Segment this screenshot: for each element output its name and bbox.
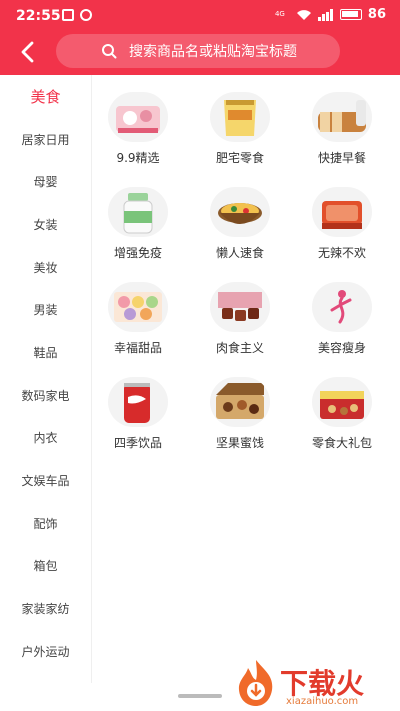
gift-box-icon bbox=[312, 377, 372, 427]
category-cell[interactable]: 肥宅零食 bbox=[194, 92, 286, 172]
category-label: 坚果蜜饯 bbox=[215, 436, 264, 450]
sidebar-item[interactable]: 户外运动 bbox=[0, 630, 91, 673]
slim-figure-icon bbox=[312, 282, 372, 332]
sidebar-item[interactable]: 文娱车品 bbox=[0, 459, 91, 502]
sidebar-item[interactable]: 家装家纺 bbox=[0, 587, 91, 630]
wifi-icon bbox=[296, 9, 311, 20]
category-cell[interactable]: 四季饮品 bbox=[92, 377, 184, 457]
sidebar-item[interactable]: 女装 bbox=[0, 203, 91, 246]
category-cell[interactable]: 肉食主义 bbox=[194, 282, 286, 362]
category-label: 肉食主义 bbox=[215, 341, 264, 355]
flame-logo-icon bbox=[238, 660, 273, 706]
home-indicator[interactable] bbox=[178, 694, 222, 698]
category-cell[interactable]: 无辣不欢 bbox=[296, 187, 388, 267]
pastry-box-icon bbox=[108, 92, 168, 142]
category-label: 零食大礼包 bbox=[311, 436, 372, 450]
spicy-meat-icon bbox=[312, 187, 372, 237]
sidebar-item[interactable]: 居家日用 bbox=[0, 118, 91, 161]
macaron-icon bbox=[108, 282, 168, 332]
category-cell[interactable]: 9.9精选 bbox=[92, 92, 184, 172]
signal-icon bbox=[317, 8, 333, 21]
category-label: 四季饮品 bbox=[113, 436, 162, 450]
sidebar-item[interactable]: 内衣 bbox=[0, 417, 91, 460]
watermark-subtext: xiazaihuo.com bbox=[286, 696, 359, 707]
search-bar[interactable]: 搜索商品名或粘贴淘宝标题 bbox=[56, 34, 340, 68]
status-bar: 22:55 4G 86 bbox=[0, 0, 400, 30]
sidebar-item[interactable]: 鞋品 bbox=[0, 331, 91, 374]
category-cell[interactable]: 美容瘦身 bbox=[296, 282, 388, 362]
category-cell[interactable]: 快捷早餐 bbox=[296, 92, 388, 172]
sidebar-item[interactable]: 男装 bbox=[0, 288, 91, 331]
category-label: 增强免疫 bbox=[113, 246, 162, 260]
search-placeholder: 搜索商品名或粘贴淘宝标题 bbox=[129, 44, 297, 60]
sidebar-item[interactable]: 箱包 bbox=[0, 545, 91, 588]
category-label: 无辣不欢 bbox=[317, 246, 366, 260]
watermark-logo: 下载火 xiazaihuo.com bbox=[234, 656, 400, 711]
category-cell[interactable]: 懒人速食 bbox=[194, 187, 286, 267]
category-label: 快捷早餐 bbox=[317, 151, 366, 165]
chevron-left-icon bbox=[21, 41, 34, 63]
meat-cubes-icon bbox=[210, 282, 270, 332]
noodle-bowl-icon bbox=[210, 187, 270, 237]
status-right: 4G 86 bbox=[270, 7, 386, 22]
category-label: 美容瘦身 bbox=[317, 341, 366, 355]
notification-icon bbox=[62, 9, 74, 21]
app-header: 22:55 4G 86 搜索商品名或粘贴淘宝标题 bbox=[0, 0, 400, 75]
supplement-bottle-icon bbox=[108, 187, 168, 237]
battery-icon bbox=[339, 9, 362, 20]
sidebar-item[interactable]: 数码家电 bbox=[0, 374, 91, 417]
category-cell[interactable]: 坚果蜜饯 bbox=[194, 377, 286, 457]
search-icon bbox=[102, 44, 117, 59]
category-label: 9.9精选 bbox=[116, 151, 160, 165]
category-label: 懒人速食 bbox=[215, 246, 264, 260]
sidebar-item[interactable]: 美食 bbox=[0, 75, 91, 118]
sidebar-item[interactable]: 配饰 bbox=[0, 502, 91, 545]
message-icon bbox=[80, 9, 92, 21]
category-cell[interactable]: 零食大礼包 bbox=[296, 377, 388, 457]
network-type: 4G bbox=[274, 10, 285, 18]
snack-bag-icon bbox=[210, 92, 270, 142]
nut-box-icon bbox=[210, 377, 270, 427]
soda-can-icon bbox=[108, 377, 168, 427]
category-label: 肥宅零食 bbox=[215, 151, 264, 165]
category-cell[interactable]: 增强免疫 bbox=[92, 187, 184, 267]
back-button[interactable] bbox=[14, 38, 42, 66]
category-label: 幸福甜品 bbox=[113, 341, 162, 355]
sidebar-item[interactable]: 母婴 bbox=[0, 160, 91, 203]
bread-loaf-icon bbox=[312, 92, 372, 142]
category-cell[interactable]: 幸福甜品 bbox=[92, 282, 184, 362]
sidebar-item[interactable]: 美妆 bbox=[0, 246, 91, 289]
battery-level: 86 bbox=[367, 7, 386, 22]
notification-icons bbox=[62, 9, 92, 21]
status-time: 22:55 bbox=[16, 8, 61, 24]
category-sidebar: 美食 居家日用 母婴 女装 美妆 男装 鞋品 数码家电 内衣 文娱车品 配饰 箱包 家装家纺 户外运动 bbox=[0, 75, 92, 683]
